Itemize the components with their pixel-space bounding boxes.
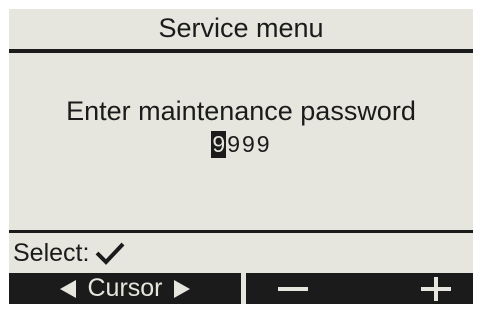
- password-digit-4[interactable]: 9: [256, 131, 271, 158]
- select-hint: Select:: [13, 238, 125, 268]
- minus-icon[interactable]: [276, 277, 310, 301]
- password-digit-1[interactable]: 9: [211, 131, 227, 158]
- cursor-label: Cursor: [87, 274, 163, 302]
- menu-title: Service menu: [158, 13, 324, 43]
- triangle-left-icon[interactable]: [59, 279, 77, 299]
- password-digit-2[interactable]: 9: [226, 131, 241, 158]
- password-field[interactable]: 9999: [9, 131, 473, 158]
- password-prompt: Enter maintenance password: [66, 96, 416, 126]
- adjust-softkey[interactable]: [246, 273, 473, 304]
- password-digit-3[interactable]: 9: [241, 131, 256, 158]
- plus-icon[interactable]: [419, 276, 453, 301]
- screen-frame: Service menu Enter maintenance password …: [0, 0, 483, 310]
- title-divider: [9, 49, 473, 53]
- lcd-display: Service menu Enter maintenance password …: [9, 9, 473, 304]
- softkey-bar: Cursor: [9, 273, 473, 304]
- footer-divider: [9, 230, 473, 233]
- triangle-right-icon[interactable]: [173, 279, 191, 299]
- check-icon: [96, 242, 125, 265]
- cursor-softkey[interactable]: Cursor: [9, 273, 241, 304]
- select-label: Select:: [13, 238, 90, 267]
